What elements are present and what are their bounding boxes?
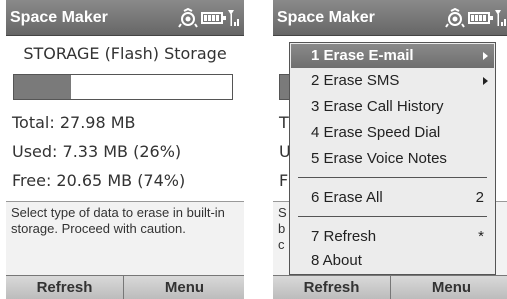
menu-item-label: 4 Erase Speed Dial bbox=[311, 124, 441, 141]
storage-heading: STORAGE (Flash) Storage bbox=[23, 44, 227, 63]
softkey-bar: Refresh Menu bbox=[6, 275, 244, 299]
app-title: Space Maker bbox=[10, 9, 108, 26]
submenu-arrow-icon bbox=[483, 52, 488, 60]
signal-icon bbox=[495, 10, 506, 26]
storage-usage-fill bbox=[14, 75, 71, 99]
popup-menu: 1 Erase E-mail 2 Erase SMS 3 Erase Call … bbox=[289, 42, 496, 275]
menu-item-label: 2 Erase SMS bbox=[311, 72, 400, 89]
left-screen: Space Maker STORAGE (Flash) Storage Tota… bbox=[6, 0, 244, 299]
refresh-softkey[interactable]: Refresh bbox=[273, 276, 391, 299]
title-bar: Space Maker bbox=[273, 0, 507, 36]
menu-item-erase-voice-notes[interactable]: 5 Erase Voice Notes bbox=[291, 147, 494, 171]
refresh-softkey[interactable]: Refresh bbox=[6, 276, 124, 299]
total-storage: Total: 27.98 MB bbox=[12, 113, 136, 132]
title-bar: Space Maker bbox=[6, 0, 244, 36]
signal-icon bbox=[228, 10, 239, 26]
menu-separator bbox=[298, 216, 487, 217]
menu-item-erase-sms[interactable]: 2 Erase SMS bbox=[291, 69, 494, 93]
menu-item-refresh[interactable]: 7 Refresh * bbox=[291, 225, 494, 249]
menu-separator bbox=[298, 177, 487, 178]
background-text-fragment: F bbox=[279, 171, 289, 190]
sync-icon[interactable] bbox=[445, 8, 465, 28]
battery-icon bbox=[201, 12, 226, 24]
help-text: Select type of data to erase in built-in… bbox=[6, 201, 244, 275]
battery-icon bbox=[468, 12, 493, 24]
menu-softkey[interactable]: Menu bbox=[125, 276, 244, 299]
menu-item-shortcut: * bbox=[478, 228, 484, 245]
menu-item-erase-speed-dial[interactable]: 4 Erase Speed Dial bbox=[291, 121, 494, 145]
storage-usage-bar bbox=[13, 74, 233, 100]
menu-item-label: 3 Erase Call History bbox=[311, 98, 444, 115]
menu-item-label: 6 Erase All bbox=[311, 189, 383, 206]
menu-item-about[interactable]: 8 About bbox=[291, 249, 494, 273]
menu-item-shortcut: 2 bbox=[475, 189, 484, 206]
menu-item-erase-all[interactable]: 6 Erase All 2 bbox=[291, 186, 494, 210]
menu-item-label: 8 About bbox=[311, 252, 362, 269]
free-storage: Free: 20.65 MB (74%) bbox=[12, 171, 186, 190]
menu-item-erase-call-history[interactable]: 3 Erase Call History bbox=[291, 95, 494, 119]
background-text-fragment: T bbox=[279, 113, 289, 132]
menu-item-label: 5 Erase Voice Notes bbox=[311, 150, 447, 167]
used-storage: Used: 7.33 MB (26%) bbox=[12, 142, 182, 161]
menu-item-label: 1 Erase E-mail bbox=[311, 47, 414, 64]
menu-item-label: 7 Refresh bbox=[311, 228, 377, 245]
status-icons bbox=[178, 8, 240, 28]
menu-softkey[interactable]: Menu bbox=[392, 276, 507, 299]
status-icons bbox=[445, 8, 507, 28]
sync-icon[interactable] bbox=[178, 8, 198, 28]
right-screen: Space Maker T U F S b c Refresh Menu 1 E… bbox=[273, 0, 507, 299]
softkey-bar: Refresh Menu bbox=[273, 275, 507, 299]
app-title: Space Maker bbox=[277, 9, 375, 26]
menu-item-erase-email[interactable]: 1 Erase E-mail bbox=[291, 44, 494, 68]
submenu-arrow-icon bbox=[483, 77, 488, 85]
